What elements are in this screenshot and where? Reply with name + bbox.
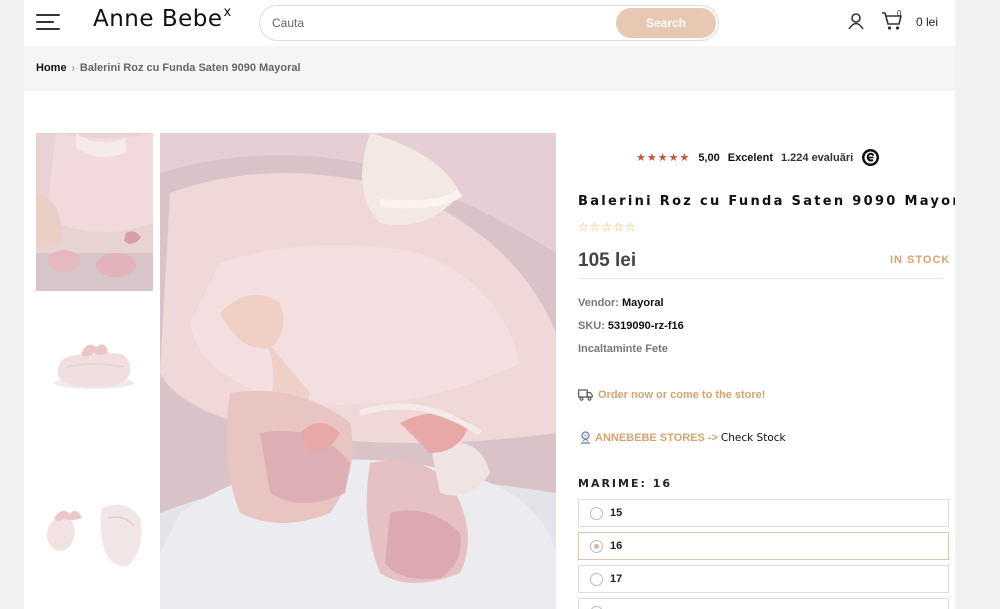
size-option-17[interactable]: 17 [578, 565, 949, 593]
product-rating-stars[interactable]: ☆☆☆☆☆ [578, 220, 637, 234]
review-stars: ★★★★★ [636, 152, 691, 164]
product-main-image[interactable] [160, 133, 556, 609]
size-option-15[interactable]: 15 [578, 499, 949, 527]
product-price: 105 lei [578, 250, 637, 271]
cart-count: 0 [897, 9, 902, 18]
thumbnail-3[interactable] [36, 458, 153, 609]
vendor-value[interactable]: Mayoral [622, 297, 664, 309]
size-value: 17 [610, 573, 623, 585]
stores-row: ANNEBEBE STORES -> Check Stock [580, 431, 786, 444]
breadcrumb: Home › Balerini Roz cu Funda Saten 9090 Ma… [36, 62, 301, 74]
size-option-16[interactable]: 16 [578, 532, 949, 560]
site-header: Anne Bebex Search 0 0 lei [24, 0, 955, 46]
cart-total[interactable]: 0 lei [916, 15, 938, 29]
sku-label: SKU: [578, 320, 605, 332]
logo[interactable]: Anne Bebex [93, 5, 232, 32]
divider [578, 278, 943, 279]
sku-value: 5319090-rz-f16 [607, 320, 684, 332]
sku-row: SKU: 5319090-rz-f16 [578, 320, 684, 332]
size-radio[interactable] [590, 507, 603, 520]
order-note: Order now or come to the store! [578, 389, 765, 401]
chevron-right-icon: › [71, 63, 75, 74]
store-pin-icon [581, 431, 590, 444]
menu-icon[interactable] [36, 14, 60, 30]
product-category[interactable]: Incaltaminte Fete [578, 343, 668, 355]
search-bar: Search [259, 5, 719, 41]
review-count: 1.224 evaluări [780, 151, 854, 164]
stores-arrow: -> [707, 431, 718, 444]
check-stock-link[interactable]: Check Stock [721, 432, 786, 444]
product-title: Balerini Roz cu Funda Saten 9090 Mayoral [578, 194, 955, 209]
reviews-summary[interactable]: ★★★★★ 5,00 Excelent 1.224 evaluări [636, 148, 880, 167]
size-option-partial[interactable] [578, 598, 949, 609]
truck-icon [578, 389, 593, 401]
thumbnail-2[interactable] [36, 295, 153, 453]
search-input[interactable] [272, 14, 602, 32]
thumbnail-1[interactable] [36, 133, 153, 291]
user-icon[interactable] [847, 12, 865, 30]
review-score: 5,00 [698, 151, 720, 164]
page: Anne Bebex Search 0 0 lei Home › Balerini … [24, 0, 955, 609]
size-radio[interactable] [590, 540, 603, 553]
review-badge-icon [862, 149, 880, 166]
stores-link[interactable]: ANNEBEBE STORES [595, 432, 705, 444]
breadcrumb-home[interactable]: Home [36, 62, 67, 74]
size-label: MARIME: 16 [578, 477, 673, 490]
breadcrumb-current: Balerini Roz cu Funda Saten 9090 Mayoral [79, 62, 301, 74]
vendor-row: Vendor: Mayoral [578, 297, 664, 309]
size-value: 16 [610, 540, 623, 552]
vendor-label: Vendor: [578, 297, 619, 309]
logo-text: Anne Bebe [93, 6, 223, 32]
stock-status: IN STOCK [890, 254, 951, 266]
breadcrumb-bar: Home › Balerini Roz cu Funda Saten 9090 Ma… [24, 46, 955, 91]
review-label: Excelent [727, 151, 773, 164]
size-value: 15 [610, 507, 623, 519]
logo-mark: x [223, 5, 232, 20]
size-radio[interactable] [590, 573, 603, 586]
order-text: Order now or come to the store! [598, 389, 766, 401]
search-button[interactable]: Search [616, 8, 716, 38]
